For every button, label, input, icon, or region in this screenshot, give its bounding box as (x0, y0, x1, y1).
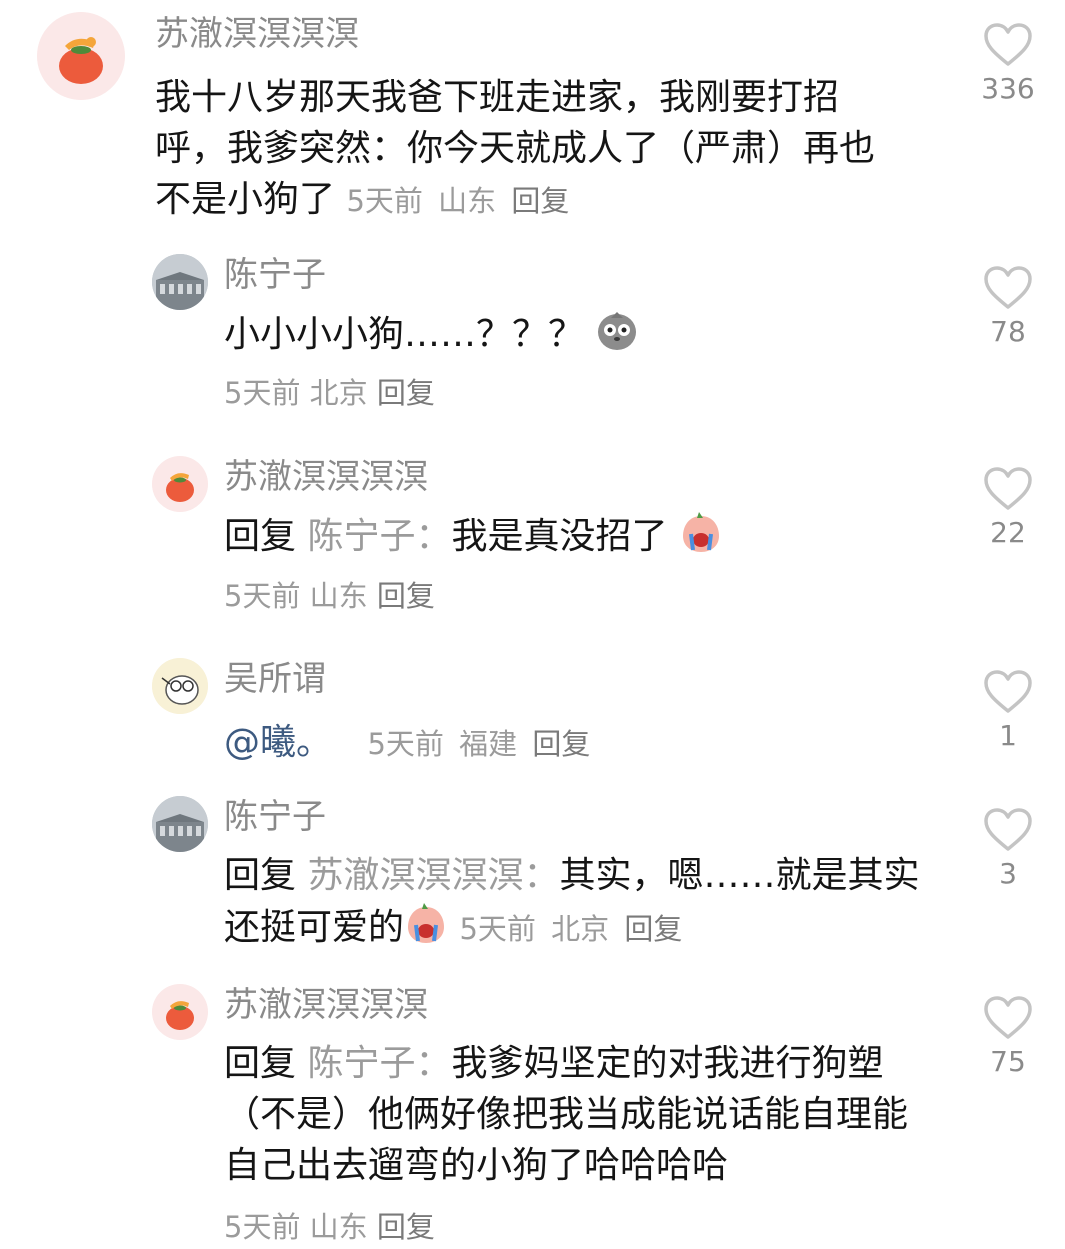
comment-text: 我十八岁那天我爸下班走进家，我刚要打招呼，我爹突然：你今天就成人了（严肃）再也不… (155, 72, 905, 227)
reply-target[interactable]: 陈宁子： (307, 516, 451, 557)
tomato-avatar-icon (37, 12, 125, 100)
comment-text: 回复 陈宁子：我是真没招了 (224, 510, 924, 562)
building-avatar-icon (152, 796, 208, 852)
comment-text: @曦。 5天前 福建 回复 (224, 717, 924, 770)
heart-icon (984, 467, 1032, 510)
reply-button[interactable]: 回复 (532, 727, 590, 761)
comment-time: 5天前 (224, 376, 301, 410)
mention-link[interactable]: @曦。 (224, 722, 332, 763)
comment-location: 北京 (551, 912, 610, 946)
like-button[interactable]: 1 (968, 669, 1048, 753)
comment-username[interactable]: 苏澈溟溟溟溟 (224, 985, 428, 1025)
reply-target[interactable]: 苏澈溟溟溟溟： (307, 855, 559, 896)
building-avatar-icon (152, 254, 208, 310)
comment-username[interactable]: 苏澈溟溟溟溟 (155, 14, 359, 54)
comment-body: 我是真没招了 (451, 516, 668, 557)
comment-meta: 5天前 山东 回复 (224, 1209, 435, 1245)
reply-button[interactable]: 回复 (377, 1210, 435, 1244)
avatar[interactable] (152, 456, 208, 512)
comment-location: 山东 (309, 1210, 368, 1244)
reply-target[interactable]: 陈宁子： (307, 1043, 451, 1084)
comment-meta: 5天前 北京 回复 (224, 375, 435, 411)
avatar[interactable] (152, 658, 208, 714)
comment-meta: 5天前 山东 回复 (346, 184, 575, 218)
reply-prefix: 回复 (224, 516, 297, 557)
comment-username[interactable]: 苏澈溟溟溟溟 (224, 457, 428, 497)
comment-location: 福建 (459, 727, 518, 761)
like-button[interactable]: 75 (968, 995, 1048, 1079)
avatar[interactable] (152, 984, 208, 1040)
avatar[interactable] (152, 796, 208, 852)
comment-location: 北京 (309, 376, 368, 410)
heart-icon (984, 996, 1032, 1039)
comment-username[interactable]: 吴所谓 (224, 659, 326, 699)
like-button[interactable]: 3 (968, 807, 1048, 891)
pigeon-emoji-icon (598, 312, 637, 350)
comment-body: 小小小小狗……？？？ (224, 314, 585, 355)
reply-button[interactable]: 回复 (377, 579, 435, 613)
heart-icon (984, 23, 1032, 66)
reply-button[interactable]: 回复 (624, 912, 682, 946)
crying-peach-emoji-icon (408, 903, 445, 943)
reply-button[interactable]: 回复 (377, 376, 435, 410)
crying-peach-emoji-icon (682, 512, 719, 552)
heart-icon (984, 808, 1032, 851)
comment-time: 5天前 (459, 912, 536, 946)
cartoon-avatar-icon (152, 658, 208, 714)
like-count: 22 (990, 516, 1026, 549)
comment-username[interactable]: 陈宁子 (224, 797, 326, 837)
like-button[interactable]: 22 (968, 466, 1048, 550)
like-count: 3 (999, 857, 1017, 890)
comment-time: 5天前 (346, 184, 423, 218)
like-count: 1 (999, 719, 1017, 752)
like-count: 336 (981, 72, 1035, 105)
comment-time: 5天前 (367, 727, 444, 761)
comment-location: 山东 (438, 184, 497, 218)
comment-meta: 5天前 北京 回复 (459, 912, 688, 946)
like-button[interactable]: 336 (968, 22, 1048, 106)
comment-text: 回复 苏澈溟溟溟溟：其实，嗯……就是其实还挺可爱的 5天前 北京 回复 (224, 850, 924, 955)
comment-time: 5天前 (224, 1210, 301, 1244)
reply-prefix: 回复 (224, 1043, 297, 1084)
tomato-avatar-icon (152, 456, 208, 512)
comment-location: 山东 (309, 579, 368, 613)
comment-meta: 5天前 山东 回复 (224, 578, 435, 614)
comment-username[interactable]: 陈宁子 (224, 255, 326, 295)
comment-text: 回复 陈宁子：我爹妈坚定的对我进行狗塑（不是）他俩好像把我当成能说话能自理能自己… (224, 1038, 934, 1191)
like-count: 75 (990, 1045, 1026, 1078)
like-count: 78 (990, 315, 1026, 348)
avatar[interactable] (37, 12, 125, 100)
like-button[interactable]: 78 (968, 265, 1048, 349)
tomato-avatar-icon (152, 984, 208, 1040)
comment-meta: 5天前 福建 回复 (367, 727, 596, 761)
comment-text: 小小小小狗……？？？ (224, 308, 924, 360)
reply-prefix: 回复 (224, 855, 297, 896)
comment-time: 5天前 (224, 579, 301, 613)
reply-button[interactable]: 回复 (511, 184, 569, 218)
heart-icon (984, 670, 1032, 713)
avatar[interactable] (152, 254, 208, 310)
heart-icon (984, 266, 1032, 309)
